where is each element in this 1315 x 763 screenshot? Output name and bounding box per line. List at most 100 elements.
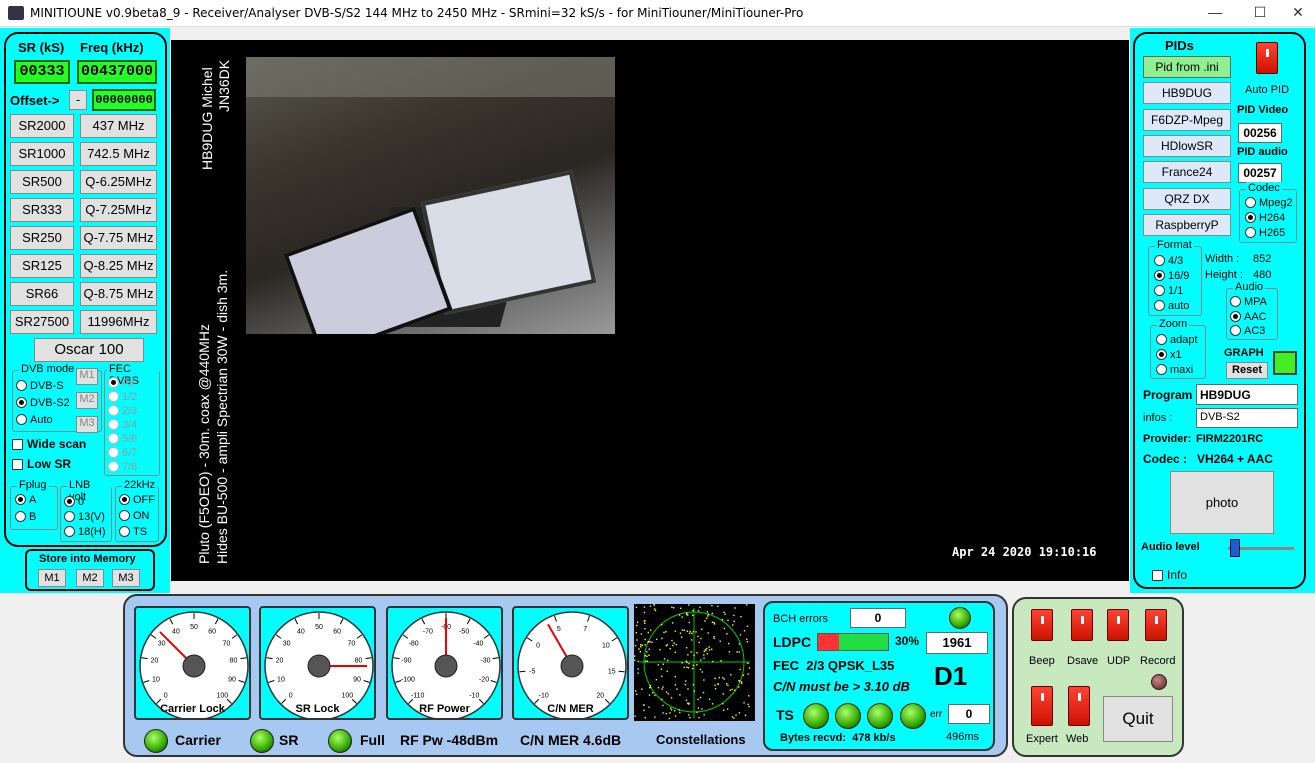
graph-toggle[interactable]	[1273, 351, 1297, 375]
store-m1-button[interactable]: M1	[38, 569, 66, 587]
sr-preset-button[interactable]: SR500	[10, 170, 74, 194]
fec-radio[interactable]: 2/3	[108, 405, 137, 417]
format-4-3-radio[interactable]: 4/3	[1154, 255, 1183, 267]
pid-preset-button[interactable]: RaspberryP	[1143, 213, 1231, 236]
m1-small-button[interactable]: M1	[76, 368, 98, 385]
overlay-line1: Pluto (F5OEO) - 30m. coax @440MHz	[196, 324, 212, 564]
program-field[interactable]: HB9DUG	[1196, 384, 1298, 405]
zoom-maxi-radio[interactable]: maxi	[1156, 364, 1193, 376]
app-icon	[8, 6, 24, 20]
pid-preset-button[interactable]: HB9DUG	[1143, 82, 1231, 105]
minimize-button[interactable]: —	[1195, 4, 1235, 24]
lnb-0-radio[interactable]: 0	[64, 496, 84, 508]
sr-preset-button[interactable]: SR66	[10, 282, 74, 306]
gauge-tick-label: 80	[355, 658, 363, 665]
freq-preset-button[interactable]: Q-7.75 MHz	[80, 226, 157, 250]
full-label: Full	[360, 732, 385, 748]
auto-pid-switch[interactable]	[1256, 42, 1278, 74]
infos-field[interactable]: DVB-S2	[1196, 408, 1298, 428]
window-title: MINITIOUNE v0.9beta8_9 - Receiver/Analys…	[30, 6, 804, 20]
beep-switch[interactable]	[1031, 609, 1053, 641]
record-switch[interactable]	[1145, 609, 1167, 641]
gauge-tick-label: -110	[411, 692, 425, 699]
fec-radio[interactable]: All	[108, 377, 134, 389]
provider-label: Provider:	[1143, 433, 1192, 445]
freq-preset-button[interactable]: Q-7.25MHz	[80, 198, 157, 222]
format-1-1-radio[interactable]: 1/1	[1154, 285, 1183, 297]
pid-audio-field[interactable]: 00257	[1238, 163, 1282, 183]
freq-preset-button[interactable]: 437 MHz	[80, 114, 157, 138]
audio-ac3-radio[interactable]: AC3	[1230, 325, 1265, 337]
gauge-tick-label: 100	[341, 692, 353, 699]
low-sr-checkbox[interactable]: Low SR	[12, 457, 71, 471]
sr-preset-button[interactable]: SR27500	[10, 310, 74, 334]
fec-radio[interactable]: 5/6	[108, 433, 137, 445]
m2-small-button[interactable]: M2	[76, 392, 98, 409]
dsave-switch[interactable]	[1071, 609, 1093, 641]
freq-display[interactable]: 00437000	[77, 60, 157, 84]
sr-preset-button[interactable]: SR2000	[10, 114, 74, 138]
dvb-s-radio[interactable]: DVB-S	[16, 380, 64, 392]
sr-preset-button[interactable]: SR333	[10, 198, 74, 222]
photo-button[interactable]: photo	[1170, 471, 1274, 534]
format-auto-radio[interactable]: auto	[1154, 300, 1189, 312]
fec-radio[interactable]: 6/7	[108, 447, 137, 459]
m3-small-button[interactable]: M3	[76, 416, 98, 433]
store-m2-button[interactable]: M2	[76, 569, 104, 587]
gauge-tick-label: 0	[289, 692, 293, 699]
zoom-x1-radio[interactable]: x1	[1156, 349, 1182, 361]
dvb-auto-radio[interactable]: Auto	[16, 414, 53, 426]
pid-preset-button[interactable]: France24	[1143, 161, 1231, 184]
zoom-adapt-radio[interactable]: adapt	[1156, 334, 1198, 346]
ts-led-2	[835, 703, 861, 729]
store-m3-button[interactable]: M3	[112, 569, 140, 587]
sr-display[interactable]: 00333	[14, 60, 70, 84]
sr-preset-button[interactable]: SR1000	[10, 142, 74, 166]
audio-aac-radio[interactable]: AAC	[1230, 311, 1267, 323]
fec-radio[interactable]: 7/8	[108, 461, 137, 473]
22khz-on-radio[interactable]: ON	[119, 510, 150, 522]
audio-mpa-radio[interactable]: MPA	[1230, 296, 1267, 308]
maximize-button[interactable]: ☐	[1240, 4, 1280, 24]
freq-preset-button[interactable]: Q-8.25 MHz	[80, 254, 157, 278]
gauge-tick-label: 10	[277, 676, 285, 683]
codec-h264-radio[interactable]: H264	[1245, 212, 1285, 224]
dvb-s2-radio[interactable]: DVB-S2	[16, 397, 70, 409]
offset-sign-button[interactable]: -	[69, 90, 87, 110]
gauge-tick-label: 0	[164, 692, 168, 699]
22khz-ts-radio[interactable]: TS	[119, 526, 147, 538]
pid-video-field[interactable]: 00256	[1238, 123, 1282, 143]
fplug-b-radio[interactable]: B	[15, 511, 36, 523]
codec-h265-radio[interactable]: H265	[1245, 227, 1285, 239]
video-frame-image	[246, 57, 615, 334]
22khz-off-radio[interactable]: OFF	[119, 494, 155, 506]
close-button[interactable]: ✕	[1278, 4, 1315, 24]
lnb-18h-radio[interactable]: 18(H)	[64, 526, 106, 538]
sr-preset-button[interactable]: SR250	[10, 226, 74, 250]
fec-radio[interactable]: 3/4	[108, 419, 137, 431]
lnb-13v-radio[interactable]: 13(V)	[64, 511, 105, 523]
pid-preset-button[interactable]: QRZ DX	[1143, 187, 1231, 210]
pid-preset-button[interactable]: F6DZP-Mpeg	[1143, 108, 1231, 131]
audio-level-slider[interactable]	[1230, 539, 1240, 557]
info-checkbox[interactable]: Info	[1152, 568, 1187, 582]
offset-display[interactable]: 00000000	[92, 89, 156, 111]
quit-button[interactable]: Quit	[1103, 696, 1173, 742]
freq-preset-button[interactable]: 742.5 MHz	[80, 142, 157, 166]
wide-scan-checkbox[interactable]: Wide scan	[12, 437, 86, 451]
pid-preset-button[interactable]: Pid from .ini	[1143, 56, 1231, 78]
format-16-9-radio[interactable]: 16/9	[1154, 270, 1189, 282]
fplug-a-radio[interactable]: A	[15, 494, 36, 506]
freq-preset-button[interactable]: Q-6.25MHz	[80, 170, 157, 194]
freq-preset-button[interactable]: 11996MHz	[80, 310, 157, 334]
fec-radio[interactable]: 1/2	[108, 391, 137, 403]
oscar-100-button[interactable]: Oscar 100	[34, 338, 144, 362]
pid-preset-button[interactable]: HDlowSR	[1143, 134, 1231, 157]
freq-preset-button[interactable]: Q-8.75 MHz	[80, 282, 157, 306]
codec-mpeg2-radio[interactable]: Mpeg2	[1245, 197, 1293, 209]
expert-switch[interactable]	[1031, 686, 1053, 726]
sr-preset-button[interactable]: SR125	[10, 254, 74, 278]
udp-switch[interactable]	[1107, 609, 1129, 641]
reset-button[interactable]: Reset	[1226, 362, 1268, 379]
web-switch[interactable]	[1068, 686, 1090, 726]
